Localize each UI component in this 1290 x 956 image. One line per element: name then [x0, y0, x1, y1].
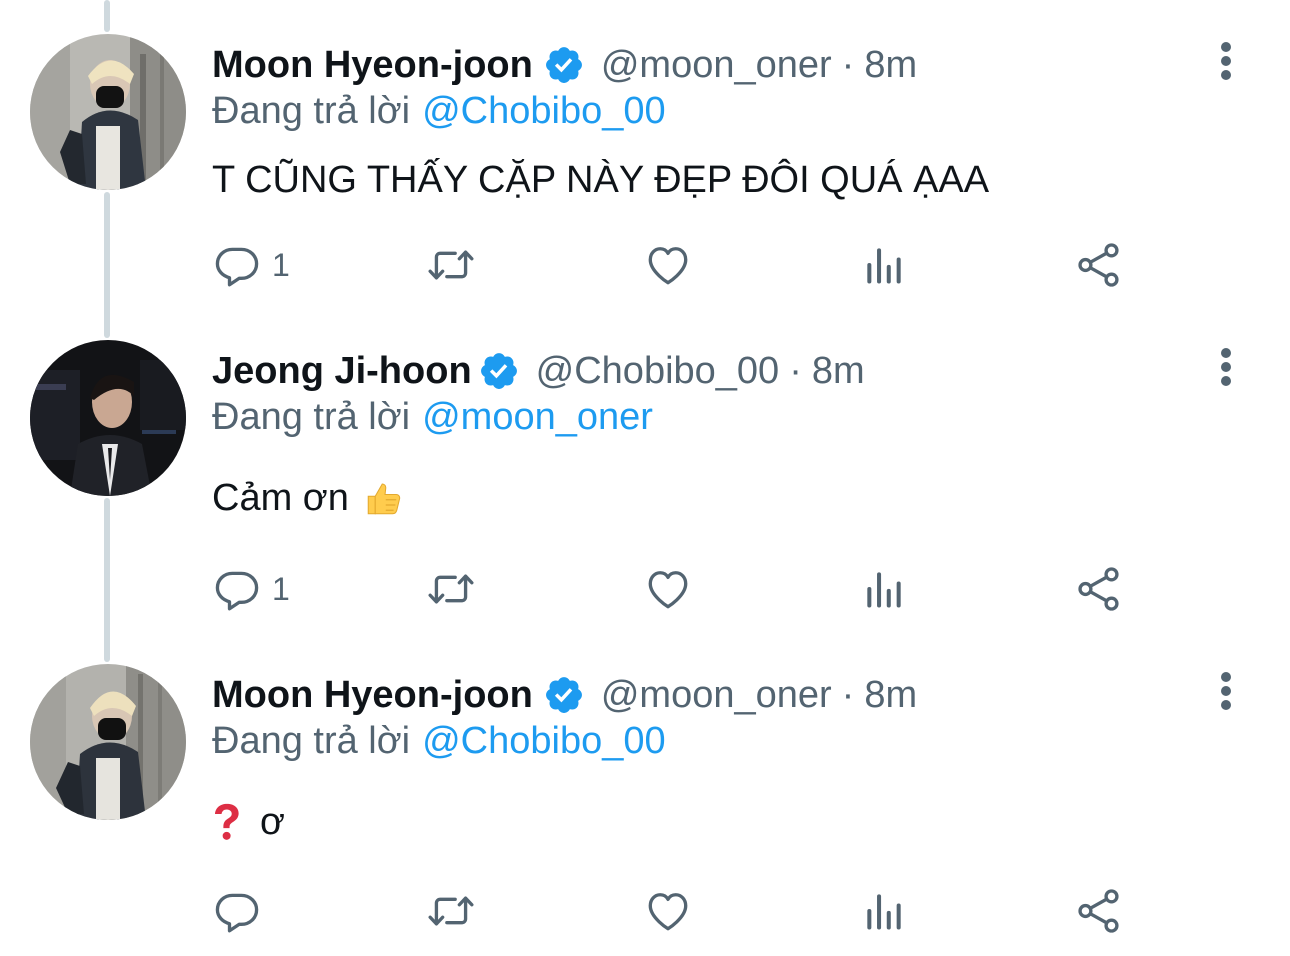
retweet-button[interactable]	[422, 886, 480, 936]
replying-to-label: Đang trả lời	[212, 396, 411, 438]
red-question-mark-icon	[212, 802, 242, 842]
tweet-text-content: Cảm ơn	[212, 476, 349, 519]
verified-badge-icon	[543, 674, 585, 716]
user-handle[interactable]: @Chobibo_00	[536, 350, 780, 393]
tweet[interactable]: Moon Hyeon-joon @moon_oner · 8m Đang trả…	[0, 650, 1290, 956]
share-button[interactable]	[1074, 240, 1124, 290]
timestamp[interactable]: 8m	[864, 674, 917, 717]
share-icon	[1078, 567, 1119, 611]
user-handle[interactable]: @moon_oner	[601, 44, 832, 87]
replying-to: Đang trả lời @Chobibo_00	[212, 90, 666, 133]
tweet[interactable]: Moon Hyeon-joon @moon_oner · 8m Đang trả…	[0, 0, 1290, 320]
views-button[interactable]	[862, 886, 906, 936]
reply-button[interactable]	[212, 886, 272, 936]
more-vertical-icon	[1221, 348, 1231, 386]
display-name[interactable]: Jeong Ji-hoon	[212, 350, 472, 393]
timestamp[interactable]: 8m	[864, 44, 917, 87]
more-options-button[interactable]	[1206, 36, 1246, 86]
tweet-text-content: ơ	[260, 800, 285, 843]
avatar[interactable]	[30, 34, 186, 190]
tweet-text: T CŨNG THẤY CẶP NÀY ĐẸP ĐÔI QUÁ ẠAA	[212, 156, 989, 204]
reply-count: 1	[272, 570, 290, 607]
separator-dot: ·	[841, 43, 855, 86]
share-button[interactable]	[1074, 564, 1124, 614]
display-name[interactable]: Moon Hyeon-joon	[212, 674, 533, 717]
reply-button[interactable]: 1	[212, 240, 290, 290]
retweet-button[interactable]	[422, 240, 480, 290]
retweet-icon	[428, 250, 474, 280]
reply-icon	[215, 893, 259, 933]
analytics-icon	[867, 894, 901, 930]
reply-button[interactable]: 1	[212, 564, 290, 614]
replying-to-mention[interactable]: @Chobibo_00	[422, 90, 666, 132]
more-options-button[interactable]	[1206, 342, 1246, 392]
more-vertical-icon	[1221, 42, 1231, 80]
tweet-actions	[212, 886, 1142, 936]
share-icon	[1078, 889, 1119, 933]
like-button[interactable]	[642, 240, 694, 290]
share-icon	[1078, 243, 1119, 287]
separator-dot: ·	[789, 349, 802, 392]
like-button[interactable]	[642, 886, 694, 936]
reply-icon	[215, 247, 259, 287]
retweet-button[interactable]	[422, 564, 480, 614]
separator-dot: ·	[841, 673, 855, 716]
tweet[interactable]: Jeong Ji-hoon @Chobibo_00 · 8m Đang trả …	[0, 320, 1290, 650]
share-button[interactable]	[1074, 886, 1124, 936]
avatar[interactable]	[30, 664, 186, 820]
tweet-header: Jeong Ji-hoon @Chobibo_00 · 8m	[212, 344, 865, 398]
replying-to-label: Đang trả lời	[212, 90, 411, 132]
thumbs-up-icon	[363, 477, 405, 519]
analytics-icon	[867, 248, 901, 284]
replying-to-mention[interactable]: @moon_oner	[422, 396, 653, 438]
heart-icon	[648, 247, 688, 285]
retweet-icon	[428, 574, 474, 604]
replying-to: Đang trả lời @Chobibo_00	[212, 720, 666, 763]
views-button[interactable]	[862, 240, 906, 290]
user-handle[interactable]: @moon_oner	[601, 674, 832, 717]
avatar[interactable]	[30, 340, 186, 496]
views-button[interactable]	[862, 564, 906, 614]
analytics-icon	[867, 572, 901, 608]
tweet-actions: 1	[212, 564, 1142, 614]
verified-badge-icon	[478, 350, 520, 392]
tweet-text: ơ	[212, 798, 285, 846]
more-vertical-icon	[1221, 672, 1231, 710]
replying-to-mention[interactable]: @Chobibo_00	[422, 720, 666, 762]
retweet-icon	[428, 896, 474, 926]
tweet-header: Moon Hyeon-joon @moon_oner · 8m	[212, 38, 917, 92]
tweet-text: Cảm ơn	[212, 474, 405, 522]
more-options-button[interactable]	[1206, 666, 1246, 716]
reply-count: 1	[272, 246, 290, 283]
tweet-actions: 1	[212, 240, 1142, 290]
tweet-header: Moon Hyeon-joon @moon_oner · 8m	[212, 668, 917, 722]
timestamp[interactable]: 8m	[812, 350, 865, 393]
replying-to-label: Đang trả lời	[212, 720, 411, 762]
verified-badge-icon	[543, 44, 585, 86]
heart-icon	[648, 571, 688, 609]
tweet-text-content: T CŨNG THẤY CẶP NÀY ĐẸP ĐÔI QUÁ ẠAA	[212, 158, 990, 201]
reply-icon	[215, 571, 259, 611]
like-button[interactable]	[642, 564, 694, 614]
replying-to: Đang trả lời @moon_oner	[212, 396, 653, 439]
display-name[interactable]: Moon Hyeon-joon	[212, 44, 533, 87]
heart-icon	[648, 893, 688, 931]
